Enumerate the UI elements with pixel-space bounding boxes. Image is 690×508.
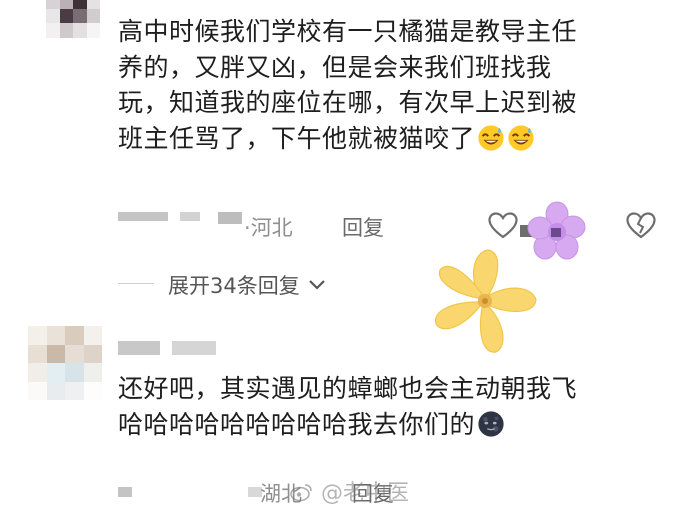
broken-heart-icon[interactable]: [626, 212, 656, 239]
redacted-date: [118, 212, 168, 221]
weibo-icon: [290, 484, 312, 502]
divider: [118, 283, 154, 284]
new-moon-face-emoji: [478, 410, 504, 437]
avatar[interactable]: [28, 326, 102, 400]
redacted-username: [172, 341, 216, 355]
grinning-sweat-emoji: [508, 124, 534, 151]
redacted-date: [180, 212, 200, 221]
heart-icon[interactable]: [488, 212, 518, 239]
comment-line: 班主任骂了，下午他就被猫咬了: [118, 121, 577, 157]
chevron-down-icon: [309, 280, 326, 290]
grinning-sweat-emoji: [478, 124, 504, 151]
comment-location: ·河北: [244, 216, 293, 240]
redacted-username: [118, 341, 160, 355]
redacted-date: [218, 212, 242, 224]
expand-replies-link[interactable]: 展开34条回复: [168, 270, 326, 300]
avatar[interactable]: [46, 0, 100, 38]
comment-line: 哈哈哈哈哈哈哈哈哈我去你们的: [118, 407, 577, 443]
comment-line: 高中时候我们学校有一只橘猫是教导主任: [118, 17, 578, 46]
redacted-date: [118, 487, 132, 497]
watermark: @老中医: [290, 475, 409, 507]
comment-line: 养的，又胖又凶，但是会来我们班找我: [118, 52, 552, 82]
reply-button[interactable]: 回复: [342, 212, 384, 242]
yellow-flower-sticker: [435, 249, 537, 353]
comment-line: 还好吧，其实遇见的蟑螂也会主动朝我飞: [118, 374, 578, 403]
comment-text: 高中时候我们学校有一只橘猫是教导主任 养的，又胖又凶，但是会来我们班找我 玩，知…: [118, 14, 577, 156]
comment-text: 还好吧，其实遇见的蟑螂也会主动朝我飞 哈哈哈哈哈哈哈哈哈我去你们的: [118, 371, 577, 442]
comment-line: 玩，知道我的座位在哪，有次早上迟到被: [118, 88, 578, 117]
